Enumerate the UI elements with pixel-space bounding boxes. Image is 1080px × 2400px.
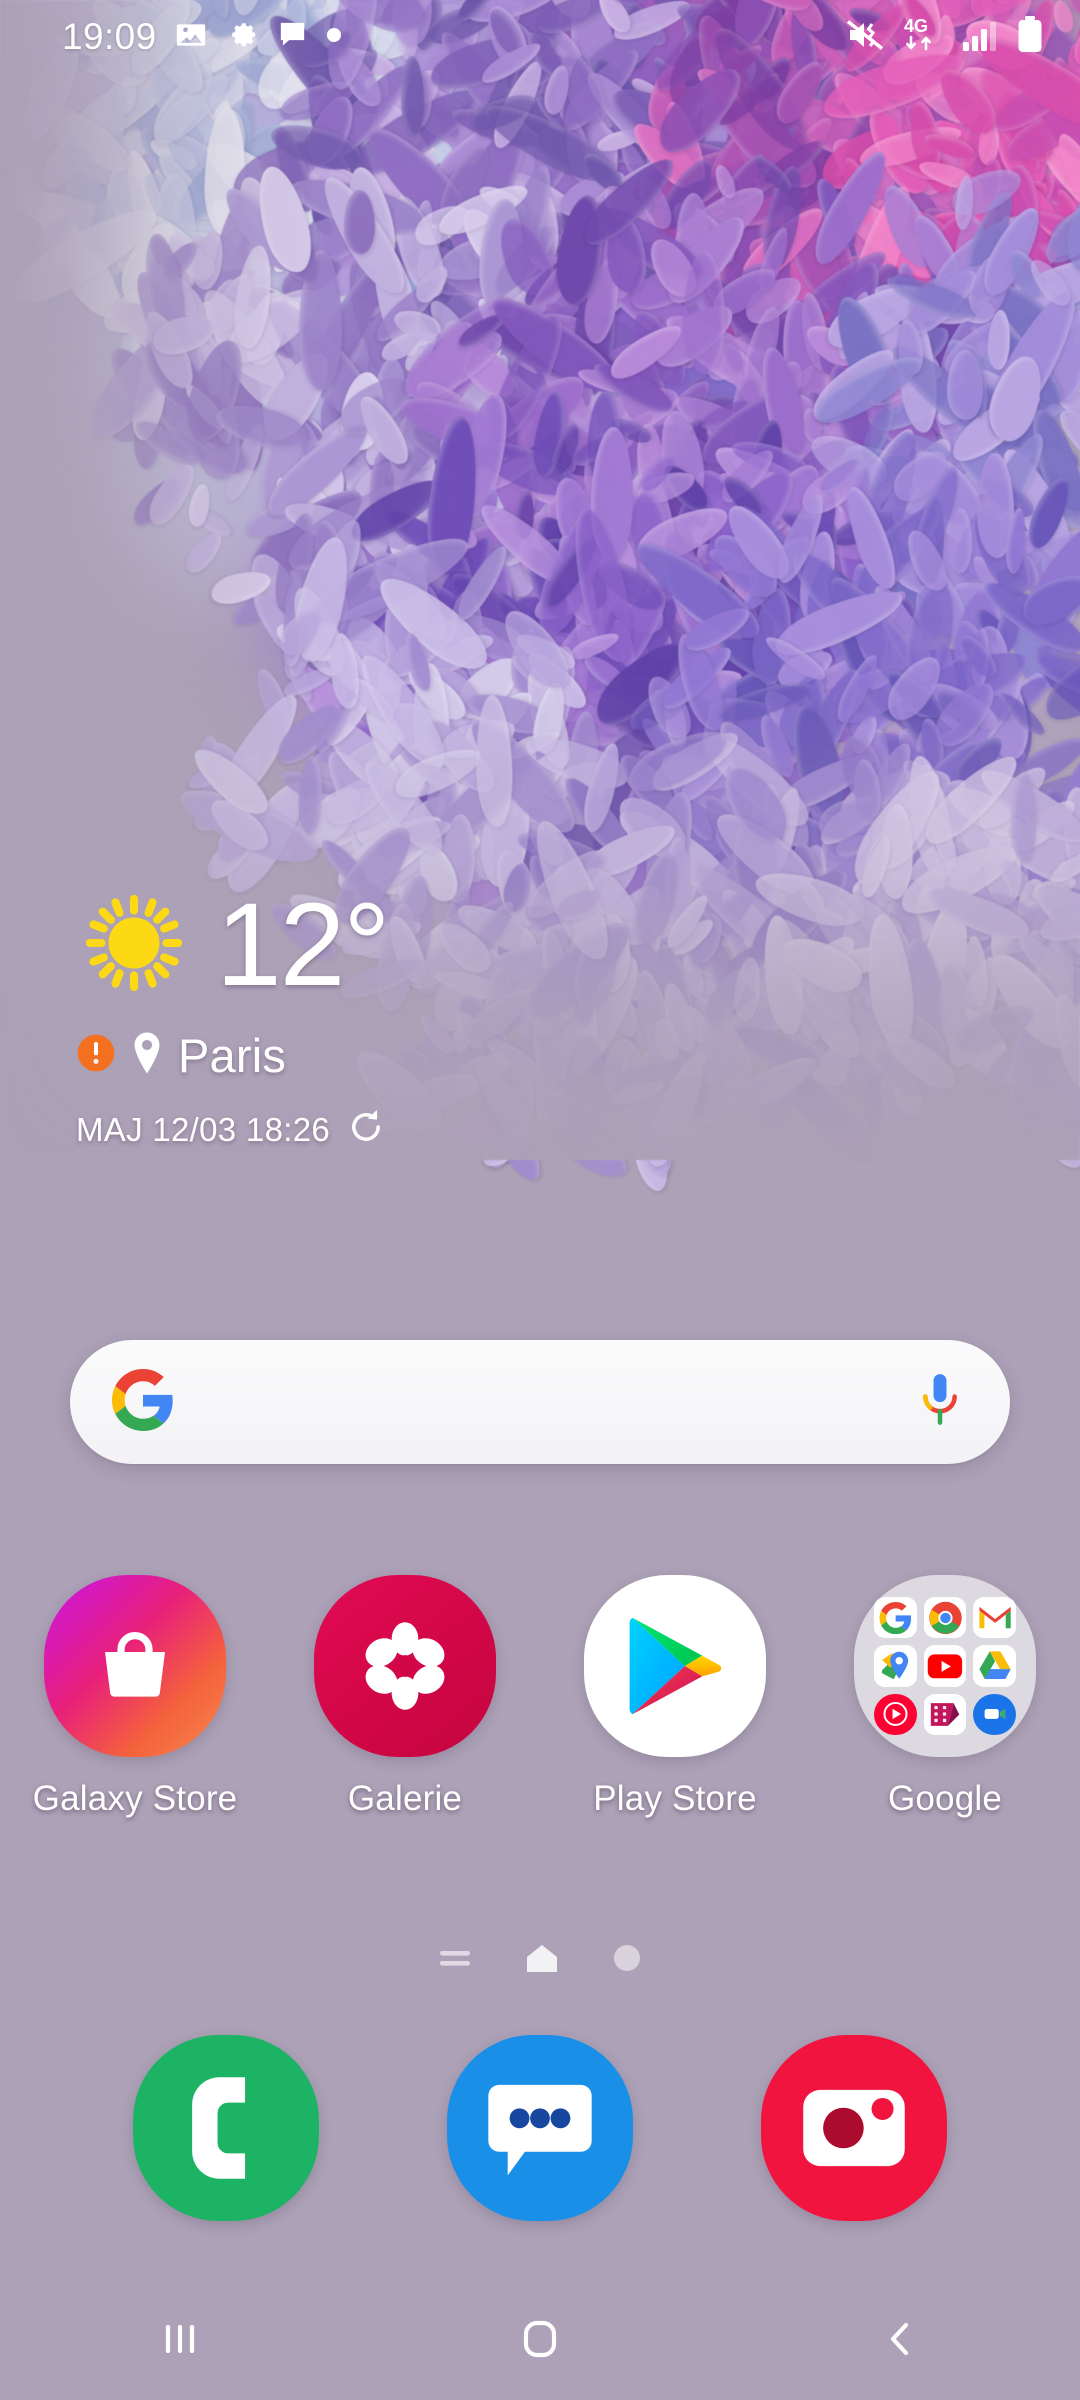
play-triangle-icon	[629, 1617, 722, 1715]
app-label: Galerie	[347, 1779, 463, 1818]
galaxy-store-icon[interactable]	[44, 1575, 226, 1757]
gear-icon	[225, 18, 259, 57]
battery-icon	[1016, 15, 1044, 60]
message-icon	[276, 18, 309, 56]
image-icon	[174, 18, 208, 57]
folder-grid	[854, 1575, 1036, 1757]
weather-update-time: MAJ 12/03 18:26	[76, 1110, 330, 1148]
app-galaxy-store[interactable]: Galaxy Store	[0, 1575, 270, 1819]
camera-icon	[803, 2089, 905, 2167]
dock-phone[interactable]	[133, 2035, 319, 2221]
signal-bars-icon	[962, 17, 1002, 58]
google-folder-icon[interactable]	[854, 1575, 1036, 1757]
app-label: Google	[887, 1779, 1003, 1818]
weather-widget[interactable]: 12° Paris MAJ 12/03 18:26	[76, 885, 696, 1152]
galerie-icon[interactable]	[314, 1575, 496, 1757]
navigation-bar	[0, 2282, 1080, 2400]
flower-icon	[365, 1622, 445, 1710]
weather-city: Paris	[178, 1029, 287, 1082]
gmail-icon[interactable]	[973, 1597, 1016, 1639]
google-search-bar[interactable]	[70, 1340, 1010, 1464]
weather-updated-row: MAJ 12/03 18:26	[76, 1107, 696, 1152]
mute-vibrate-icon	[846, 17, 888, 58]
status-clock: 19:09	[62, 16, 157, 57]
back-button[interactable]	[810, 2282, 990, 2400]
play-movies-icon[interactable]	[923, 1693, 967, 1735]
sun-icon	[76, 885, 192, 1006]
app-google-folder[interactable]: Google	[810, 1575, 1080, 1819]
youtube-music-icon[interactable]	[874, 1693, 917, 1735]
weather-location-row: Paris	[76, 1028, 696, 1083]
status-bar-left: 19:09	[62, 16, 342, 58]
phone-handset-icon	[192, 2077, 246, 2179]
app-play-store[interactable]: Play Store	[540, 1575, 810, 1819]
duo-icon[interactable]	[973, 1693, 1016, 1735]
page-indicator	[0, 1942, 1080, 1979]
network-4g-icon: 4G	[902, 15, 948, 60]
page-home-indicator[interactable]	[524, 1942, 560, 1979]
page-discover-indicator[interactable]	[438, 1944, 472, 1977]
search-input[interactable]	[202, 1340, 886, 1464]
dock-camera[interactable]	[761, 2035, 947, 2221]
microphone-icon[interactable]	[914, 1372, 966, 1433]
app-label: Play Store	[593, 1779, 757, 1818]
page-extra-indicator[interactable]	[612, 1943, 642, 1978]
svg-text:4G: 4G	[904, 16, 928, 36]
google-g-icon	[112, 1368, 174, 1436]
drive-icon[interactable]	[973, 1645, 1016, 1687]
home-button[interactable]	[450, 2282, 630, 2400]
maps-icon[interactable]	[874, 1645, 917, 1687]
dock-messages[interactable]	[447, 2035, 633, 2221]
recents-bars-icon	[156, 2315, 204, 2368]
chevron-left-icon	[876, 2315, 924, 2368]
app-grid: Galaxy Store Galerie Play Store Google	[0, 1575, 1080, 1819]
dot-icon	[326, 27, 342, 48]
chrome-icon[interactable]	[923, 1597, 967, 1639]
play-store-icon[interactable]	[584, 1575, 766, 1757]
recents-button[interactable]	[90, 2282, 270, 2400]
status-bar: 19:09 4G	[0, 0, 1080, 74]
home-square-icon	[515, 2314, 565, 2369]
location-pin-icon	[129, 1031, 165, 1080]
youtube-icon[interactable]	[923, 1645, 967, 1687]
status-bar-right: 4G	[846, 15, 1044, 60]
weather-temperature: 12°	[216, 878, 390, 1011]
shopping-bag-icon	[105, 1632, 165, 1697]
weather-main-row: 12°	[76, 885, 696, 1006]
chat-bubble-icon	[488, 2084, 592, 2176]
app-galerie[interactable]: Galerie	[270, 1575, 540, 1819]
google-icon[interactable]	[874, 1597, 917, 1639]
refresh-icon[interactable]	[346, 1107, 386, 1152]
app-label: Galaxy Store	[32, 1779, 238, 1818]
dock	[0, 2035, 1080, 2221]
alert-circle-icon	[76, 1033, 116, 1078]
